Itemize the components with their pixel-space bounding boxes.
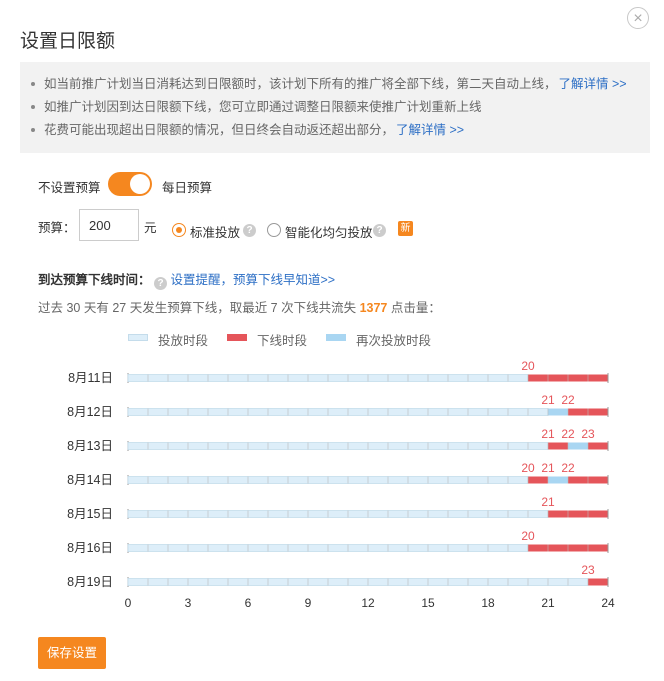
learn-more-link[interactable]: 了解详情 >>	[396, 123, 464, 137]
legend-offline-label: 下线时段	[257, 334, 308, 348]
hour-data-label: 20	[521, 359, 535, 373]
bar-segment-reserve	[548, 408, 568, 416]
daily-budget-label: 每日预算	[162, 181, 213, 195]
date-label: 8月15日	[67, 507, 113, 521]
bar-segment-offline	[588, 442, 608, 450]
x-tick-label: 24	[601, 596, 615, 610]
new-badge: 新	[398, 221, 413, 236]
x-tick-label: 18	[481, 596, 495, 610]
standard-delivery-label[interactable]: 标准投放	[190, 222, 240, 241]
x-tick-label: 15	[421, 596, 435, 610]
hour-data-label: 21	[541, 393, 555, 407]
x-tick-label: 0	[125, 596, 132, 610]
date-label: 8月11日	[68, 371, 113, 385]
budget-input[interactable]	[79, 209, 139, 241]
toggle-knob	[130, 174, 150, 194]
hour-data-label: 23	[581, 563, 595, 577]
bar-segment-reserve	[548, 476, 568, 484]
hour-data-label: 22	[561, 393, 575, 407]
hour-data-label: 22	[561, 427, 575, 441]
hour-data-label: 23	[581, 427, 595, 441]
bar-segment-offline	[588, 578, 608, 586]
budget-toggle[interactable]	[108, 172, 152, 196]
close-icon[interactable]: ×	[627, 7, 649, 29]
notice-box: 如当前推广计划当日消耗达到日限额时，该计划下所有的推广将全部下线，第二天自动上线…	[20, 62, 650, 153]
notice-item: 花费可能出现超出日限额的情况，但日终会自动返还超出部分， 了解详情 >>	[31, 120, 650, 143]
no-budget-label: 不设置预算	[38, 181, 101, 195]
notice-item: 如推广计划因到达日限额下线，您可立即通过调整日限额来使推广计划重新上线	[31, 97, 650, 120]
hour-data-label: 21	[541, 495, 555, 509]
legend-serving-label: 投放时段	[158, 334, 209, 348]
hour-data-label: 20	[521, 461, 535, 475]
hour-data-label: 22	[561, 461, 575, 475]
notice-text: 如当前推广计划当日消耗达到日限额时，该计划下所有的推广将全部下线，第二天自动上线…	[44, 77, 557, 91]
bar-segment-offline	[548, 442, 568, 450]
hour-data-label: 21	[541, 461, 555, 475]
date-label: 8月13日	[67, 439, 113, 453]
smart-delivery-label[interactable]: 智能化均匀投放	[285, 222, 373, 241]
bar-segment-serving	[127, 510, 549, 518]
bar-segment-serving	[127, 408, 549, 416]
bar-segment-serving	[127, 442, 549, 450]
smart-delivery-radio[interactable]	[267, 223, 281, 237]
budget-unit: 元	[144, 221, 157, 235]
legend-serving-swatch	[128, 334, 148, 341]
summary-prefix: 过去 30 天有 27 天发生预算下线，取最近 7 次下线共流失	[38, 301, 360, 315]
bar-segment-serving	[127, 578, 589, 586]
hour-data-label: 20	[521, 529, 535, 543]
help-icon[interactable]: ?	[243, 224, 256, 237]
bar-segment-reserve	[568, 442, 588, 450]
hour-data-label: 21	[541, 427, 555, 441]
offline-time-chart: 8月11日 20 8月12日 21 22 8月13日 21 22 23 8月14日 20 21 22 8月…	[67, 359, 615, 610]
date-label: 8月14日	[67, 473, 113, 487]
bar-segment-offline	[548, 510, 608, 518]
offline-summary: 过去 30 天有 27 天发生预算下线，取最近 7 次下线共流失 1377 点击…	[38, 297, 441, 316]
legend-offline-swatch	[227, 334, 247, 341]
x-tick-label: 3	[185, 596, 192, 610]
lost-clicks-count: 1377	[359, 301, 388, 315]
budget-label: 预算：	[38, 221, 76, 235]
dialog-title: 设置日限额	[20, 31, 116, 52]
date-label: 8月12日	[67, 405, 113, 419]
offline-heading-text: 到达预算下线时间：	[38, 273, 151, 287]
x-tick-label: 9	[305, 596, 312, 610]
notice-text: 花费可能出现超出日限额的情况，但日终会自动返还超出部分，	[44, 123, 395, 137]
date-label: 8月16日	[67, 541, 113, 555]
set-reminder-link[interactable]: 设置提醒，预算下线早知道>>	[170, 273, 335, 287]
save-button[interactable]: 保存设置	[38, 637, 106, 669]
date-label: 8月19日	[67, 575, 113, 589]
legend-reserve-swatch	[326, 334, 346, 341]
x-tick-label: 21	[541, 596, 555, 610]
notice-item: 如当前推广计划当日消耗达到日限额时，该计划下所有的推广将全部下线，第二天自动上线…	[31, 74, 650, 97]
bar-segment-offline	[528, 476, 548, 484]
learn-more-link[interactable]: 了解详情 >>	[559, 77, 627, 91]
summary-suffix: 点击量：	[387, 301, 441, 315]
help-icon[interactable]: ?	[154, 277, 167, 290]
legend-reserve-label: 再次投放时段	[356, 334, 432, 348]
notice-text: 如推广计划因到达日限额下线，您可立即通过调整日限额来使推广计划重新上线	[44, 100, 482, 114]
offline-time-heading: 到达预算下线时间： ? 设置提醒，预算下线早知道>>	[38, 269, 335, 290]
x-tick-label: 6	[245, 596, 252, 610]
help-icon[interactable]: ?	[373, 224, 386, 237]
x-tick-label: 12	[361, 596, 375, 610]
standard-delivery-radio[interactable]	[172, 223, 186, 237]
